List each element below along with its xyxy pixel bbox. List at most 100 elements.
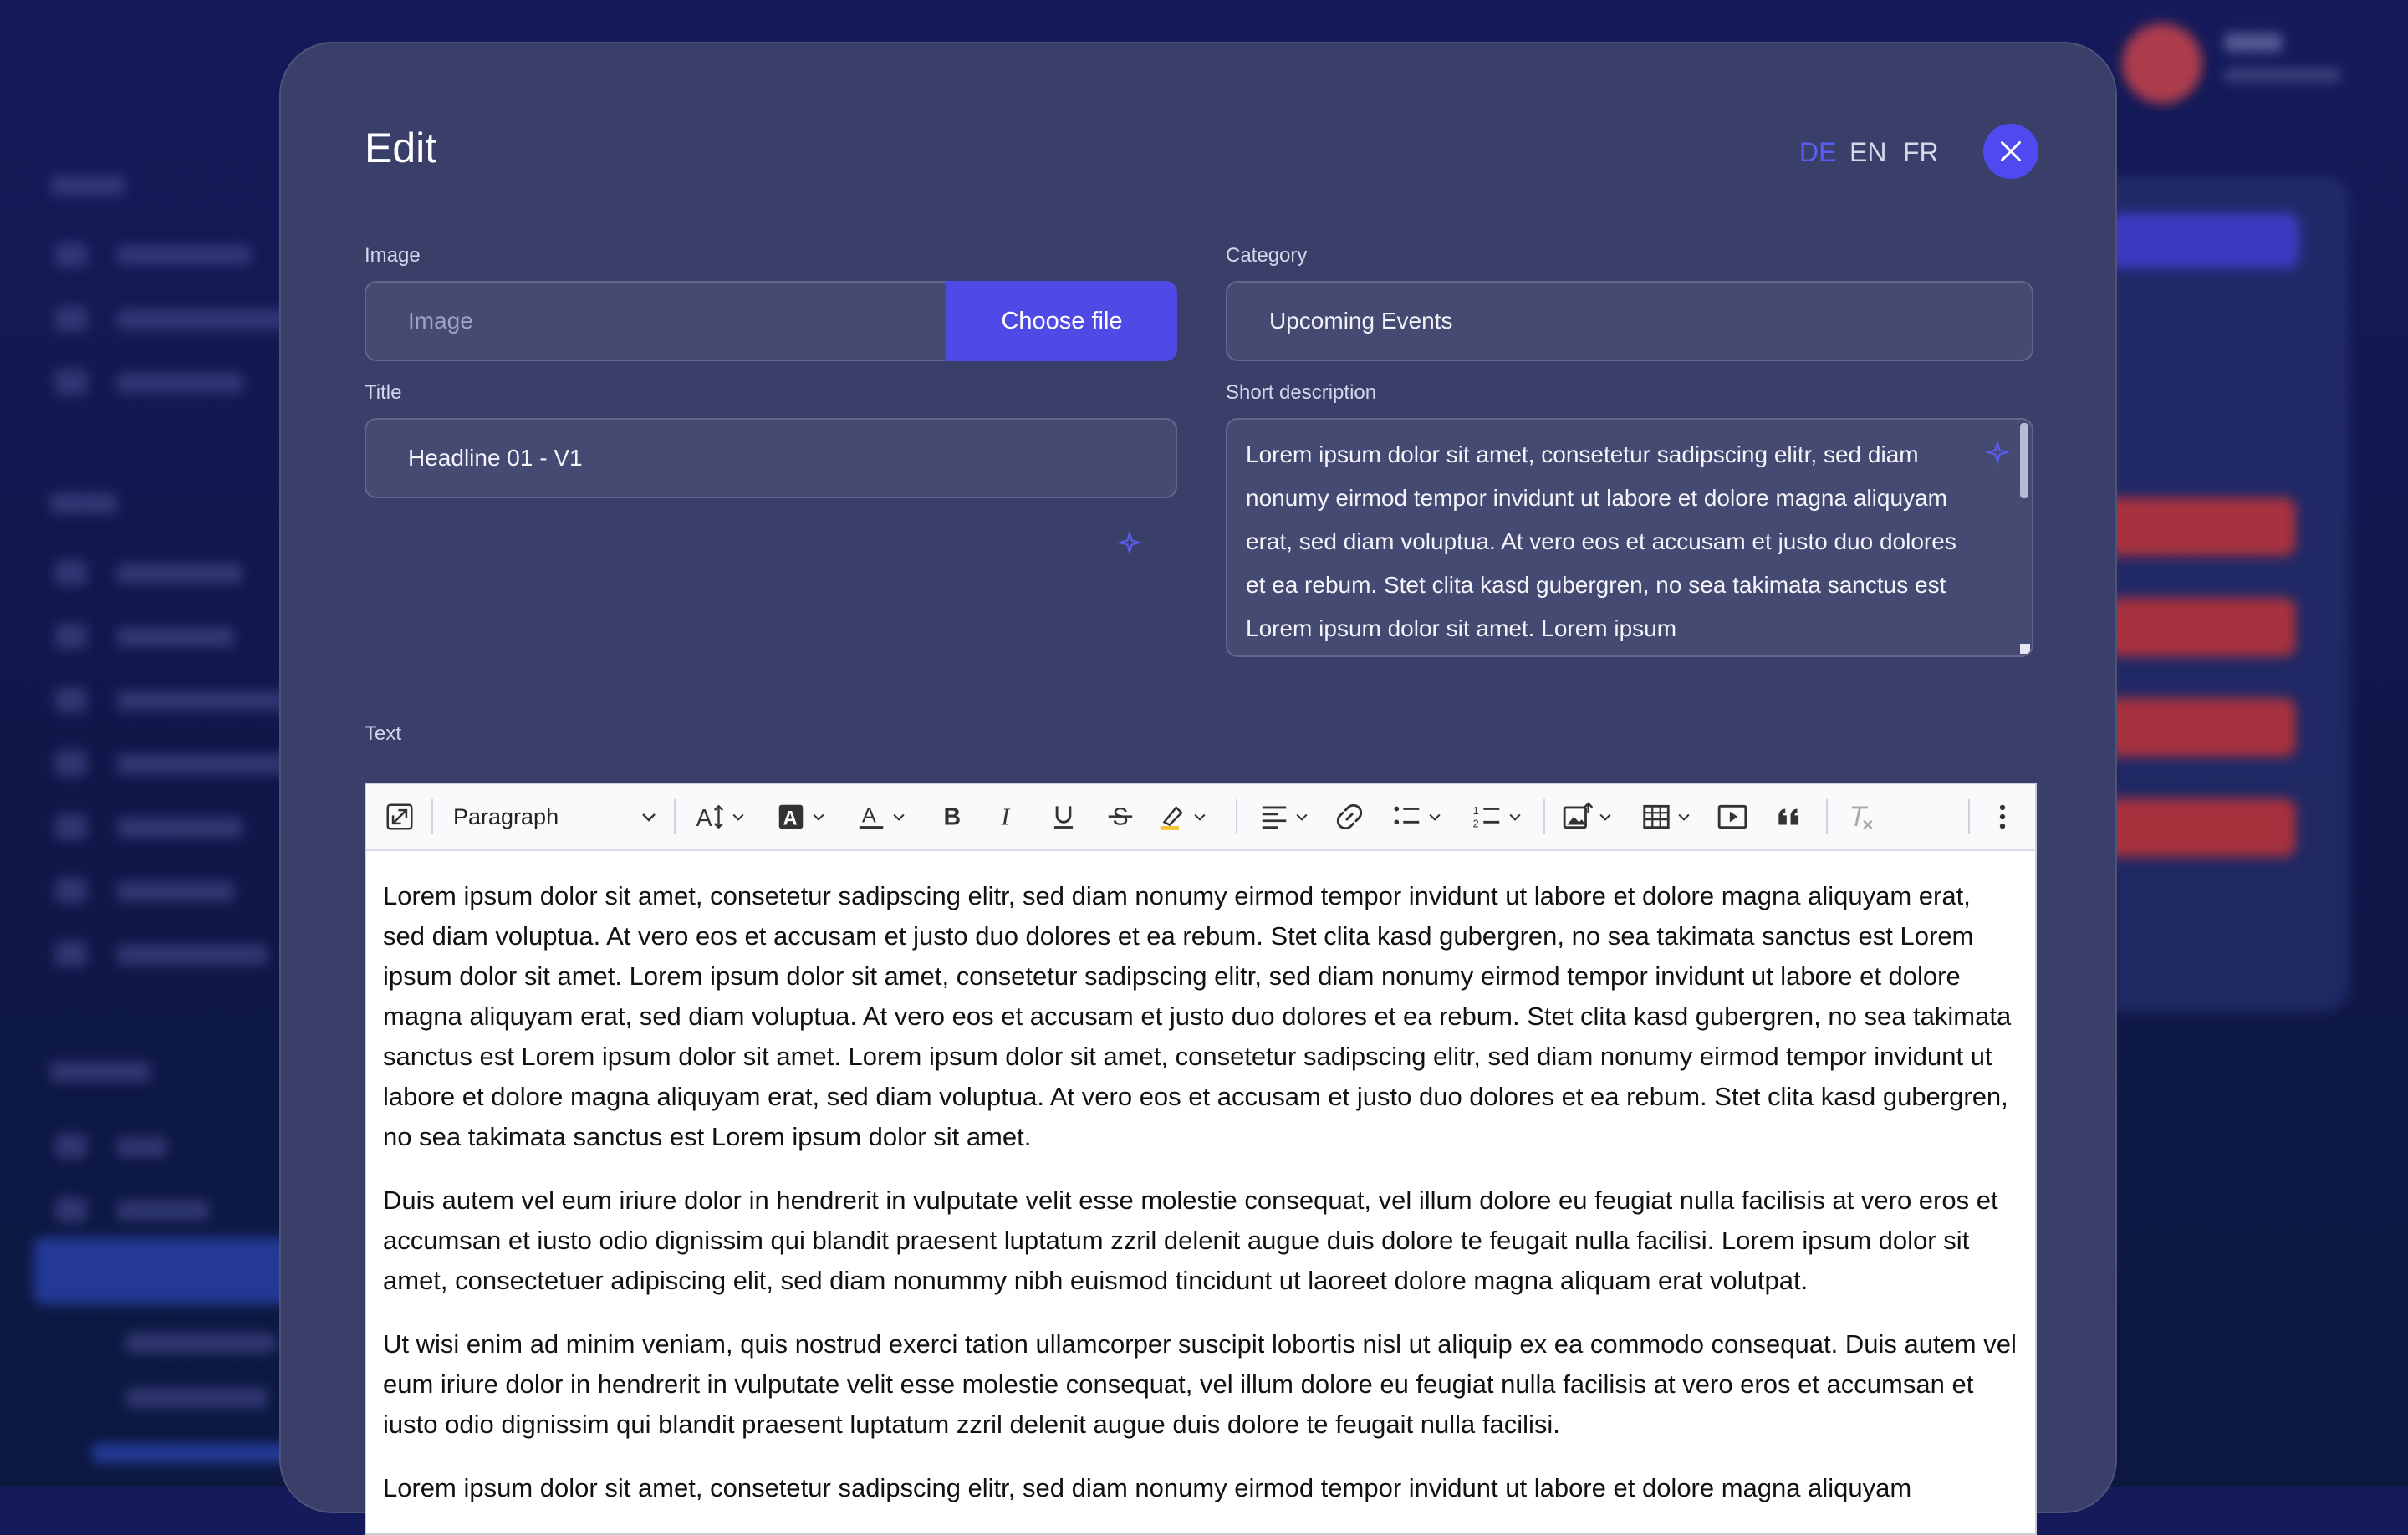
background-nav-icon [55,1197,87,1222]
editor-content[interactable]: Lorem ipsum dolor sit amet, consetetur s… [383,876,2018,1532]
toolbar-separator [1236,799,1237,834]
toolbar-separator [431,799,433,834]
background-nav-icon [55,941,87,966]
close-icon [2001,141,2021,161]
remove-format-icon [1851,806,1873,830]
chevron-down-icon [732,813,744,821]
chevron-down-icon [813,813,824,821]
font-color-icon: A [859,803,884,829]
background-nav-subitem [125,1388,268,1408]
chevron-down-icon [1678,813,1690,821]
background-nav-heading [50,176,125,196]
background-nav-item [117,627,234,647]
paragraph-dropdown[interactable]: Paragraph [453,784,659,849]
chevron-down-icon [1194,813,1206,821]
title-input[interactable]: Headline 01 - V1 [365,418,1177,498]
background-nav-heading [50,493,117,513]
editor-paragraph: Ut wisi enim ad minim veniam, quis nostr… [383,1329,2017,1439]
background-nav-icon [55,878,87,903]
blockquote-icon [1778,808,1799,825]
bold-button[interactable]: B [926,784,977,849]
choose-file-button[interactable]: Choose file [946,281,1177,361]
short-description-label: Short description [1226,381,1377,404]
close-button[interactable] [1983,124,2038,179]
font-size-icon: A [696,804,724,832]
background-nav-icon [55,370,87,395]
underline-icon [1054,806,1074,829]
background-nav-subitem [125,1333,276,1353]
chevron-down-icon [1509,813,1521,821]
background-nav-icon [55,751,87,776]
toolbar-separator [1968,799,1970,834]
language-tab-fr[interactable]: FR [1903,137,1939,168]
numbered-list-icon: 12 [1473,805,1500,830]
svg-text:1: 1 [1473,805,1479,817]
ai-sparkle-icon[interactable] [1985,440,2010,465]
background-nav-icon [55,242,87,268]
background-nav-icon [55,560,87,585]
font-color-button[interactable]: A [848,784,915,849]
more-vertical-icon [1999,804,2006,829]
background-nav-item [117,881,234,901]
bold-icon: B [944,804,962,831]
editor-paragraph: Lorem ipsum dolor sit amet, consetetur s… [383,1473,1912,1502]
font-background-color-icon: A [778,804,804,830]
paragraph-style-label: Paragraph [453,803,559,829]
italic-icon: I [1001,805,1011,831]
language-tab-de[interactable]: DE [1799,137,1836,168]
underline-button[interactable] [1038,784,1089,849]
remove-format-button[interactable] [1836,784,1886,849]
background-new-entry-button [2107,213,2299,268]
background-user-name [2224,33,2283,52]
background-nav-icon [55,1134,87,1159]
blockquote-button[interactable] [1764,784,1814,849]
toolbar-separator [1826,799,1828,834]
align-button[interactable] [1251,784,1318,849]
textarea-resize-handle[interactable] [2020,644,2030,654]
rich-text-editor[interactable]: Paragraph A A A B I S 1 2 Lorem ipsum do… [365,783,2037,1535]
media-embed-icon [1717,804,1747,829]
more-button[interactable] [1982,784,2023,849]
background-nav-icon [55,814,87,839]
image-input[interactable]: Image [365,281,960,361]
svg-text:A: A [783,808,798,830]
bulleted-list-button[interactable] [1381,784,1453,849]
editor-paragraph: Lorem ipsum dolor sit amet, consetetur s… [383,881,2012,1151]
svg-text:A: A [862,803,876,827]
font-background-color-button[interactable]: A [768,784,834,849]
highlight-button[interactable] [1149,784,1216,849]
background-nav-item [117,564,242,584]
link-icon [1336,803,1363,830]
modal-title: Edit [365,125,437,171]
background-nav-icon [55,306,87,331]
background-nav-item [117,373,242,393]
fullscreen-button[interactable] [378,784,421,849]
textarea-scrollbar[interactable] [2020,423,2028,498]
avatar [2122,23,2202,104]
ai-sparkle-icon[interactable] [1117,530,1142,555]
background-nav-item [117,245,251,265]
insert-image-button[interactable] [1552,784,1624,849]
background-nav-item [117,1201,209,1221]
table-button[interactable] [1630,784,1702,849]
italic-button[interactable]: I [982,784,1032,849]
edit-modal: Edit DE EN FR Image Image Choose file Ca… [279,42,2117,1535]
link-button[interactable] [1324,784,1375,849]
table-icon [1643,804,1670,829]
background-nav-item [117,1137,167,1157]
chevron-down-icon [1429,813,1441,821]
strikethrough-button[interactable]: S [1095,784,1145,849]
numbered-list-button[interactable]: 12 [1462,784,1533,849]
align-left-icon [1262,806,1287,829]
text-label: Text [365,722,402,745]
chevron-down-icon [1296,813,1308,821]
background-nav-icon [55,624,87,649]
font-size-button[interactable]: A [687,784,754,849]
short-description-textarea[interactable]: Lorem ipsum dolor sit amet, consetetur s… [1226,418,2033,657]
background-user-role [2224,69,2341,82]
category-select[interactable]: Upcoming Events [1226,281,2033,361]
language-tab-en[interactable]: EN [1849,137,1886,168]
background-nav-item [117,818,242,838]
media-embed-button[interactable] [1707,784,1758,849]
svg-text:2: 2 [1473,818,1479,830]
